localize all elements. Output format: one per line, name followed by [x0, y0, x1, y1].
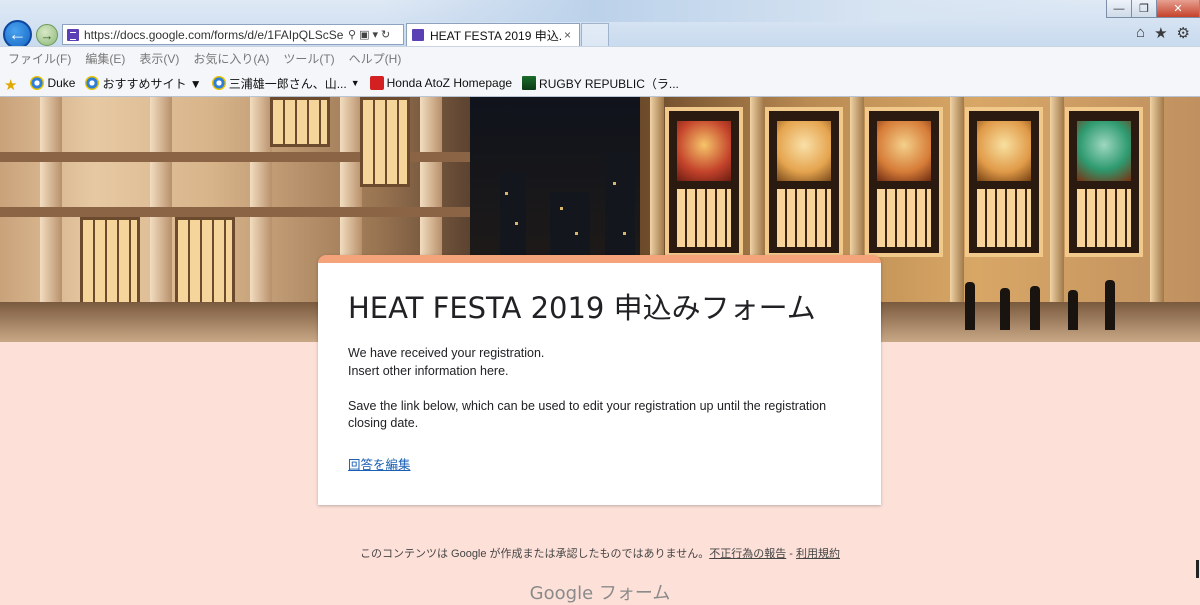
google-forms-favicon-icon [412, 29, 424, 41]
menu-bar: ファイル(F) 編集(E) 表示(V) お気に入り(A) ツール(T) ヘルプ(… [0, 46, 1200, 70]
confirmation-message-line: We have received your registration. [348, 346, 545, 360]
form-title: HEAT FESTA 2019 申込みフォーム [348, 291, 816, 325]
menu-view[interactable]: 表示(V) [139, 50, 179, 67]
confirmation-message-line: Save the link below, which can be used t… [348, 398, 827, 413]
chevron-down-icon[interactable]: ▼ [351, 78, 360, 88]
confirmation-message-line: closing date. [348, 416, 419, 430]
text-cursor-icon [1196, 560, 1199, 578]
menu-file[interactable]: ファイル(F) [8, 50, 71, 67]
gear-icon[interactable]: ⚙ [1177, 24, 1190, 42]
footer-separator: - [786, 548, 797, 560]
home-icon[interactable]: ⌂ [1136, 24, 1145, 42]
ie-icon [30, 76, 45, 90]
favorite-item-recommended[interactable]: おすすめサイト ▼ [85, 75, 202, 92]
confirmation-message-line: Insert other information here. [348, 363, 509, 378]
favorites-star-icon: ★ [4, 77, 18, 94]
menu-help[interactable]: ヘルプ(H) [349, 50, 402, 67]
honda-icon [369, 76, 384, 90]
ie-icon [85, 76, 100, 90]
close-window-button[interactable]: ✕ [1156, 0, 1200, 18]
new-tab-button[interactable] [581, 23, 609, 46]
star-icon[interactable]: ★ [1154, 24, 1167, 42]
favorite-label: RUGBY REPUBLIC（ラ... [539, 76, 679, 91]
terms-link[interactable]: 利用規約 [796, 548, 840, 560]
report-abuse-link[interactable]: 不正行為の報告 [709, 548, 786, 560]
forward-button[interactable]: → [36, 24, 58, 46]
edit-response-link[interactable]: 回答を編集 [348, 454, 411, 473]
ie-icon [211, 76, 226, 90]
titlebar-background [380, 0, 1100, 22]
favorite-label: Duke [47, 76, 76, 90]
favorite-item-duke[interactable]: Duke [30, 76, 75, 90]
google-forms-favicon-icon [67, 28, 79, 41]
header-person [1068, 290, 1078, 330]
favorite-label: Honda AtoZ Homepage [386, 76, 513, 90]
arrow-right-icon: → [40, 27, 54, 43]
header-person [1030, 286, 1040, 330]
tab-title: HEAT FESTA 2019 申込... [430, 28, 562, 43]
favorite-label: おすすめサイト ▼ [102, 76, 202, 91]
disclaimer-text: このコンテンツは Google が作成または承認したものではありません。 [359, 548, 710, 560]
minimize-button[interactable]: — [1106, 0, 1132, 18]
favorites-bar: ★ Duke おすすめサイト ▼ 三浦雄一郎さん、山... ▼ Honda At… [0, 70, 1200, 97]
favorite-label: 三浦雄一郎さん、山... [228, 76, 347, 91]
back-button[interactable]: ← [3, 20, 32, 49]
tab-active[interactable]: HEAT FESTA 2019 申込... × [406, 23, 580, 46]
address-text[interactable]: https://docs.google.com/forms/d/e/1FAIpQ… [84, 28, 346, 42]
header-person [1105, 280, 1115, 330]
rugby-icon [522, 76, 537, 90]
browser-titlebar: ← → https://docs.google.com/forms/d/e/1F… [0, 0, 1200, 49]
search-icon[interactable]: ⚲ [348, 28, 356, 41]
refresh-icon[interactable]: ↻ [381, 28, 390, 41]
google-forms-logo[interactable]: Google フォーム [0, 579, 1200, 605]
add-favorite-button[interactable]: ★ [4, 76, 20, 94]
favorite-item-miura[interactable]: 三浦雄一郎さん、山... ▼ [211, 75, 360, 92]
header-person [965, 282, 975, 330]
tab-close-icon[interactable]: × [564, 28, 571, 42]
menu-edit[interactable]: 編集(E) [85, 50, 125, 67]
menu-tools[interactable]: ツール(T) [283, 50, 334, 67]
address-bar[interactable]: https://docs.google.com/forms/d/e/1FAIpQ… [62, 24, 404, 45]
footer-disclaimer: このコンテンツは Google が作成または承認したものではありません。不正行為… [0, 545, 1200, 561]
maximize-button[interactable]: ❐ [1131, 0, 1157, 18]
menu-favorites[interactable]: お気に入り(A) [193, 50, 269, 67]
arrow-left-icon: ← [8, 24, 27, 44]
lock-icon[interactable]: ▣ [359, 28, 369, 41]
favorite-item-honda[interactable]: Honda AtoZ Homepage [369, 76, 513, 90]
header-person [1000, 288, 1010, 330]
favorite-item-rugby[interactable]: RUGBY REPUBLIC（ラ... [522, 75, 679, 92]
form-confirmation-card: HEAT FESTA 2019 申込みフォーム We have received… [318, 255, 881, 505]
dropdown-icon[interactable]: ▾ [372, 28, 378, 41]
